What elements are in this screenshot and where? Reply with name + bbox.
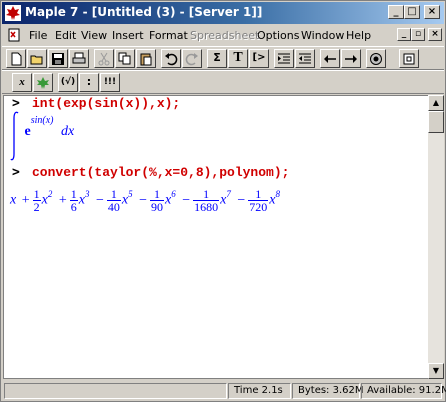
scroll-thumb[interactable] — [428, 111, 444, 133]
menu-edit[interactable]: Edit — [55, 29, 76, 42]
open-button[interactable] — [27, 49, 47, 68]
forward-button[interactable] — [341, 49, 361, 68]
term-sign: − — [139, 192, 147, 208]
fraction: 12 — [32, 187, 41, 214]
differential: dx — [61, 124, 75, 140]
maple-input-1[interactable]: int(exp(sin(x)),x); — [32, 96, 180, 111]
undo-icon — [165, 53, 178, 66]
stop-button[interactable] — [366, 49, 386, 68]
math-mode-button[interactable]: x — [12, 73, 32, 92]
menu-window[interactable]: Window — [301, 29, 344, 42]
fraction: 1 720 — [248, 187, 269, 214]
insert-execution-group-button[interactable]: [> — [249, 49, 269, 68]
paste-button[interactable] — [136, 49, 156, 68]
integral-sign — [10, 111, 19, 161]
menu-format[interactable]: Format — [149, 29, 188, 42]
save-button[interactable] — [48, 49, 68, 68]
insert-math-button[interactable]: Σ — [207, 49, 227, 68]
menu-spreadsheet[interactable]: Spreadsheet — [190, 29, 259, 42]
printer-icon — [72, 52, 86, 64]
status-bytes: Bytes: 3.62M — [292, 383, 364, 399]
integrand-base: e — [24, 124, 31, 140]
status-available: Available: 91.2M — [361, 383, 446, 399]
maple-input-2[interactable]: convert(taylor(%,x=0,8),polynom); — [32, 165, 289, 180]
copy-button[interactable] — [115, 49, 135, 68]
term-sign: + — [58, 192, 67, 208]
stop-icon — [370, 53, 382, 65]
new-file-button[interactable] — [6, 49, 26, 68]
term-sign: + — [21, 192, 30, 208]
maple-output-2: x +1 2 x2 +1 6 x3 −1 40 x5 −1 90 x6 −1 1680 x7 −1 7… — [10, 187, 280, 214]
document-icon[interactable] — [7, 28, 21, 42]
term-sign: − — [237, 192, 246, 208]
suppress-output-button[interactable]: : — [79, 73, 99, 92]
close-button[interactable]: × — [424, 5, 440, 19]
indent-icon — [278, 53, 290, 64]
indent-button[interactable] — [274, 49, 294, 68]
arrow-right-icon — [345, 55, 357, 63]
evaluate-expression-button[interactable]: (√) — [58, 73, 78, 92]
term-sign: − — [95, 192, 104, 208]
cut-button[interactable] — [94, 49, 114, 68]
insert-text-button[interactable]: T — [228, 49, 248, 68]
scissors-icon — [98, 52, 110, 66]
paste-icon — [140, 53, 152, 66]
input-prompt: > — [12, 96, 20, 111]
menu-view[interactable]: View — [81, 29, 107, 42]
scroll-down-button[interactable]: ▼ — [428, 363, 444, 379]
menu-bar: File Edit View Insert Format Spreadsheet… — [2, 25, 444, 45]
input-prompt-2: > — [12, 165, 20, 180]
term-sign: − — [182, 192, 191, 208]
vertical-scrollbar[interactable]: ▲ ▼ — [428, 95, 444, 379]
status-message — [4, 383, 227, 399]
main-toolbar: Σ T [> — [2, 46, 444, 70]
restart-icon — [403, 53, 415, 65]
outdent-icon — [299, 53, 311, 64]
redo-button[interactable] — [182, 49, 202, 68]
outdent-button[interactable] — [295, 49, 315, 68]
doc-restore-button[interactable]: ▫ — [411, 28, 425, 41]
status-bar: Time 2.1s Bytes: 3.62M Available: 91.2M — [2, 381, 446, 401]
scroll-up-button[interactable]: ▲ — [428, 95, 444, 111]
menu-options[interactable]: Options — [257, 29, 299, 42]
print-button[interactable] — [69, 49, 89, 68]
copy-icon — [118, 52, 131, 65]
doc-close-button[interactable]: × — [428, 28, 442, 41]
fraction: 1 40 — [106, 187, 121, 214]
doc-minimize-button[interactable]: _ — [397, 28, 411, 41]
fraction: 1 90 — [150, 187, 164, 214]
maple-input-button[interactable] — [33, 73, 53, 92]
restart-button[interactable] — [399, 49, 419, 68]
open-folder-icon — [30, 55, 43, 65]
execute-all-button[interactable]: !!! — [100, 73, 120, 92]
back-button[interactable] — [320, 49, 340, 68]
integrand-exponent: sin(x) — [30, 115, 54, 127]
menu-file[interactable]: File — [29, 29, 47, 42]
context-toolbar: x (√) : !!! — [2, 70, 444, 94]
status-time: Time 2.1s — [228, 383, 291, 399]
minimize-button[interactable]: _ — [388, 5, 404, 19]
redo-icon — [185, 53, 198, 66]
arrow-left-icon — [324, 55, 336, 63]
maple-leaf-icon — [5, 5, 21, 21]
floppy-icon — [52, 53, 64, 65]
new-file-icon — [11, 52, 22, 66]
window-title: Maple 7 - [Untitled (3) - [Server 1]] — [25, 5, 263, 19]
title-bar[interactable]: Maple 7 - [Untitled (3) - [Server 1]] _ … — [2, 2, 444, 24]
menu-help[interactable]: Help — [346, 29, 371, 42]
maple-leaf-icon — [37, 77, 49, 89]
fraction: 16 — [69, 187, 78, 214]
menu-insert[interactable]: Insert — [112, 29, 144, 42]
term-var: x — [10, 192, 17, 208]
maple-window: Maple 7 - [Untitled (3) - [Server 1]] _ … — [0, 0, 446, 402]
maple-output-1: esin(x) dx — [10, 110, 74, 162]
worksheet[interactable]: > int(exp(sin(x)),x); esin(x) dx > conve… — [3, 95, 428, 379]
fraction: 1 1680 — [193, 187, 220, 214]
maximize-button[interactable]: □ — [404, 5, 420, 19]
undo-button[interactable] — [161, 49, 181, 68]
